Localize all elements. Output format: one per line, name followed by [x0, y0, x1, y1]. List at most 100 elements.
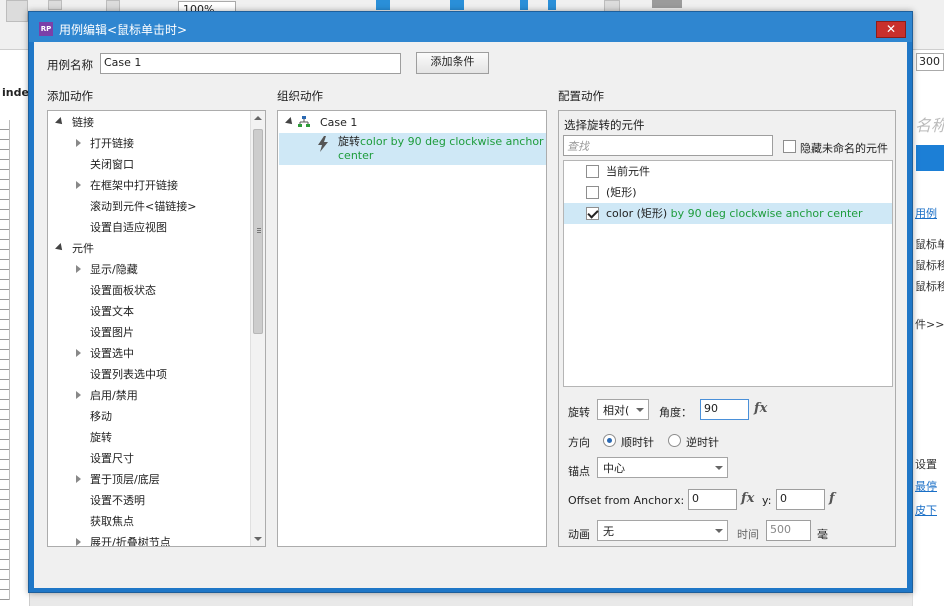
expand-arrow-icon[interactable]	[76, 265, 81, 273]
case-node-label: Case 1	[320, 116, 358, 129]
collapse-arrow-icon[interactable]	[55, 243, 65, 253]
configure-actions-header: 配置动作	[558, 89, 604, 103]
dialog-body: 用例名称 Case 1 添加条件 添加动作 组织动作 配置动作 链接 打开链接 关闭…	[34, 42, 907, 588]
case-name-input[interactable]: Case 1	[100, 53, 401, 74]
dialog-titlebar[interactable]: RP 用例编辑<鼠标单击时> ✕	[29, 12, 912, 42]
widget-checkbox[interactable]	[586, 186, 599, 199]
tree-item-label: 设置列表选中项	[90, 368, 167, 381]
expand-arrow-icon[interactable]	[76, 391, 81, 399]
inspector-link[interactable]: 皮下	[915, 502, 937, 518]
dropdown-arrow-icon	[636, 408, 644, 412]
add-condition-button[interactable]: 添加条件	[416, 52, 489, 74]
scroll-up-arrow-icon[interactable]	[254, 116, 262, 120]
action-detail: color by 90 deg clockwise anchor	[360, 135, 544, 148]
offset-y-label: y:	[762, 494, 772, 507]
widget-search-input[interactable]: 查找	[563, 135, 773, 156]
expand-arrow-icon[interactable]	[76, 538, 81, 546]
angle-input[interactable]: 90	[700, 399, 749, 420]
expand-arrow-icon[interactable]	[76, 475, 81, 483]
tree-item-label: 在框架中打开链接	[90, 179, 178, 192]
tree-item-label: 滚动到元件<锚链接>	[90, 200, 197, 213]
selected-action-row[interactable]: 旋转color by 90 deg clockwise anchor cente…	[279, 133, 546, 165]
tree-item-label: 设置文本	[90, 305, 134, 318]
tree-item-label: 展开/折叠树节点	[90, 536, 171, 547]
lightning-icon	[318, 136, 328, 152]
toolbar-tool-icon[interactable]	[48, 0, 62, 10]
widget-detail: by 90 deg clockwise anchor center	[667, 207, 863, 220]
hide-unnamed-checkbox[interactable]	[783, 140, 796, 153]
widget-row[interactable]: 当前元件	[564, 161, 892, 182]
width-input[interactable]: 300	[916, 53, 944, 71]
dropdown-arrow-icon	[715, 529, 723, 533]
tree-item-label: 移动	[90, 410, 112, 423]
anchor-select[interactable]: 中心	[597, 457, 728, 478]
configure-actions-panel: 选择旋转的元件 查找 隐藏未命名的元件 当前元件 (矩形) color (矩形)…	[558, 110, 896, 547]
inspector-event[interactable]: 鼠标单击	[915, 236, 944, 252]
counterclockwise-label: 逆时针	[686, 436, 719, 449]
widget-row-selected[interactable]: color (矩形) by 90 deg clockwise anchor ce…	[564, 203, 892, 224]
scroll-thumb[interactable]	[253, 129, 263, 334]
tree-item-label: 获取焦点	[90, 515, 134, 528]
tree-item-label: 设置不透明	[90, 494, 145, 507]
inspector-more-link[interactable]: 件>>>	[915, 316, 944, 332]
close-button[interactable]: ✕	[876, 21, 906, 38]
widget-name: (矩形)	[606, 186, 637, 199]
collapse-arrow-icon[interactable]	[55, 117, 65, 127]
direction-label: 方向	[568, 436, 590, 449]
animate-select[interactable]: 无	[597, 520, 728, 541]
dropdown-arrow-icon	[715, 466, 723, 470]
case-tree-icon	[298, 116, 310, 127]
widget-checkbox[interactable]	[586, 165, 599, 178]
offset-y-input[interactable]: 0	[776, 489, 825, 510]
tree-item-label: 设置自适应视图	[90, 221, 167, 234]
action-detail-cont: center	[338, 149, 374, 162]
tree-item-label: 启用/禁用	[90, 389, 138, 402]
inspector-link[interactable]: 最停	[915, 478, 937, 494]
right-inspector-panel: 名称 用例 鼠标单击 鼠标移入 鼠标移出 件>>> 设置 最停 皮下	[912, 50, 944, 606]
expand-arrow-icon[interactable]	[285, 117, 295, 127]
anchor-value: 中心	[603, 462, 625, 475]
clockwise-label: 顺时针	[621, 436, 654, 449]
toolbar-blue-icon[interactable]	[520, 0, 528, 10]
expand-arrow-icon[interactable]	[76, 181, 81, 189]
add-actions-tree: 链接 打开链接 关闭窗口 在框架中打开链接 滚动到元件<锚链接> 设置自适应视图 元件 显示/…	[47, 110, 266, 547]
anchor-label: 锚点	[568, 465, 590, 478]
counterclockwise-radio[interactable]	[668, 434, 681, 447]
widget-row[interactable]: (矩形)	[564, 182, 892, 203]
toolbar-blue-icon[interactable]	[548, 0, 556, 10]
angle-fx-button[interactable]: fx	[754, 401, 767, 416]
select-widget-label: 选择旋转的元件	[564, 118, 645, 132]
tree-item-label: 设置图片	[90, 326, 134, 339]
actions-scrollbar[interactable]	[250, 111, 265, 546]
widget-list: 当前元件 (矩形) color (矩形) by 90 deg clockwise…	[563, 160, 893, 387]
rotate-mode-value: 相对(	[603, 404, 630, 417]
tree-item-label: 设置面板状态	[90, 284, 156, 297]
inspector-name-field[interactable]: 名称	[915, 112, 944, 136]
offset-y-fx-button[interactable]: f	[829, 491, 835, 506]
expand-arrow-icon[interactable]	[76, 139, 81, 147]
expand-arrow-icon[interactable]	[76, 349, 81, 357]
inspector-event[interactable]: 鼠标移入	[915, 257, 944, 273]
time-input[interactable]: 500	[766, 520, 811, 541]
widget-checkbox-checked[interactable]	[586, 207, 599, 220]
rotate-label: 旋转	[568, 406, 590, 419]
tree-item-label: 打开链接	[90, 137, 134, 150]
toolbar-blue-icon[interactable]	[376, 0, 390, 10]
tree-item-label: 设置选中	[90, 347, 134, 360]
case-name-label: 用例名称	[47, 58, 93, 72]
inspector-usecase-tab[interactable]: 用例	[915, 205, 937, 221]
organize-actions-tree: Case 1 旋转color by 90 deg clockwise ancho…	[277, 110, 547, 547]
scroll-down-arrow-icon[interactable]	[254, 537, 262, 541]
clockwise-radio[interactable]	[603, 434, 616, 447]
offset-label: Offset from Anchor	[568, 494, 673, 507]
rotate-mode-select[interactable]: 相对(	[597, 399, 649, 420]
time-label: 时间	[737, 528, 759, 541]
inspector-event[interactable]: 鼠标移出	[915, 278, 944, 294]
widget-name: color (矩形)	[606, 207, 668, 220]
vertical-ruler	[0, 120, 10, 600]
toolbar-blue-icon[interactable]	[450, 0, 464, 10]
dots-icon[interactable]	[652, 0, 682, 8]
toolbar-tool-icon[interactable]	[6, 0, 28, 22]
offset-x-fx-button[interactable]: fx	[741, 491, 754, 506]
offset-x-input[interactable]: 0	[688, 489, 737, 510]
